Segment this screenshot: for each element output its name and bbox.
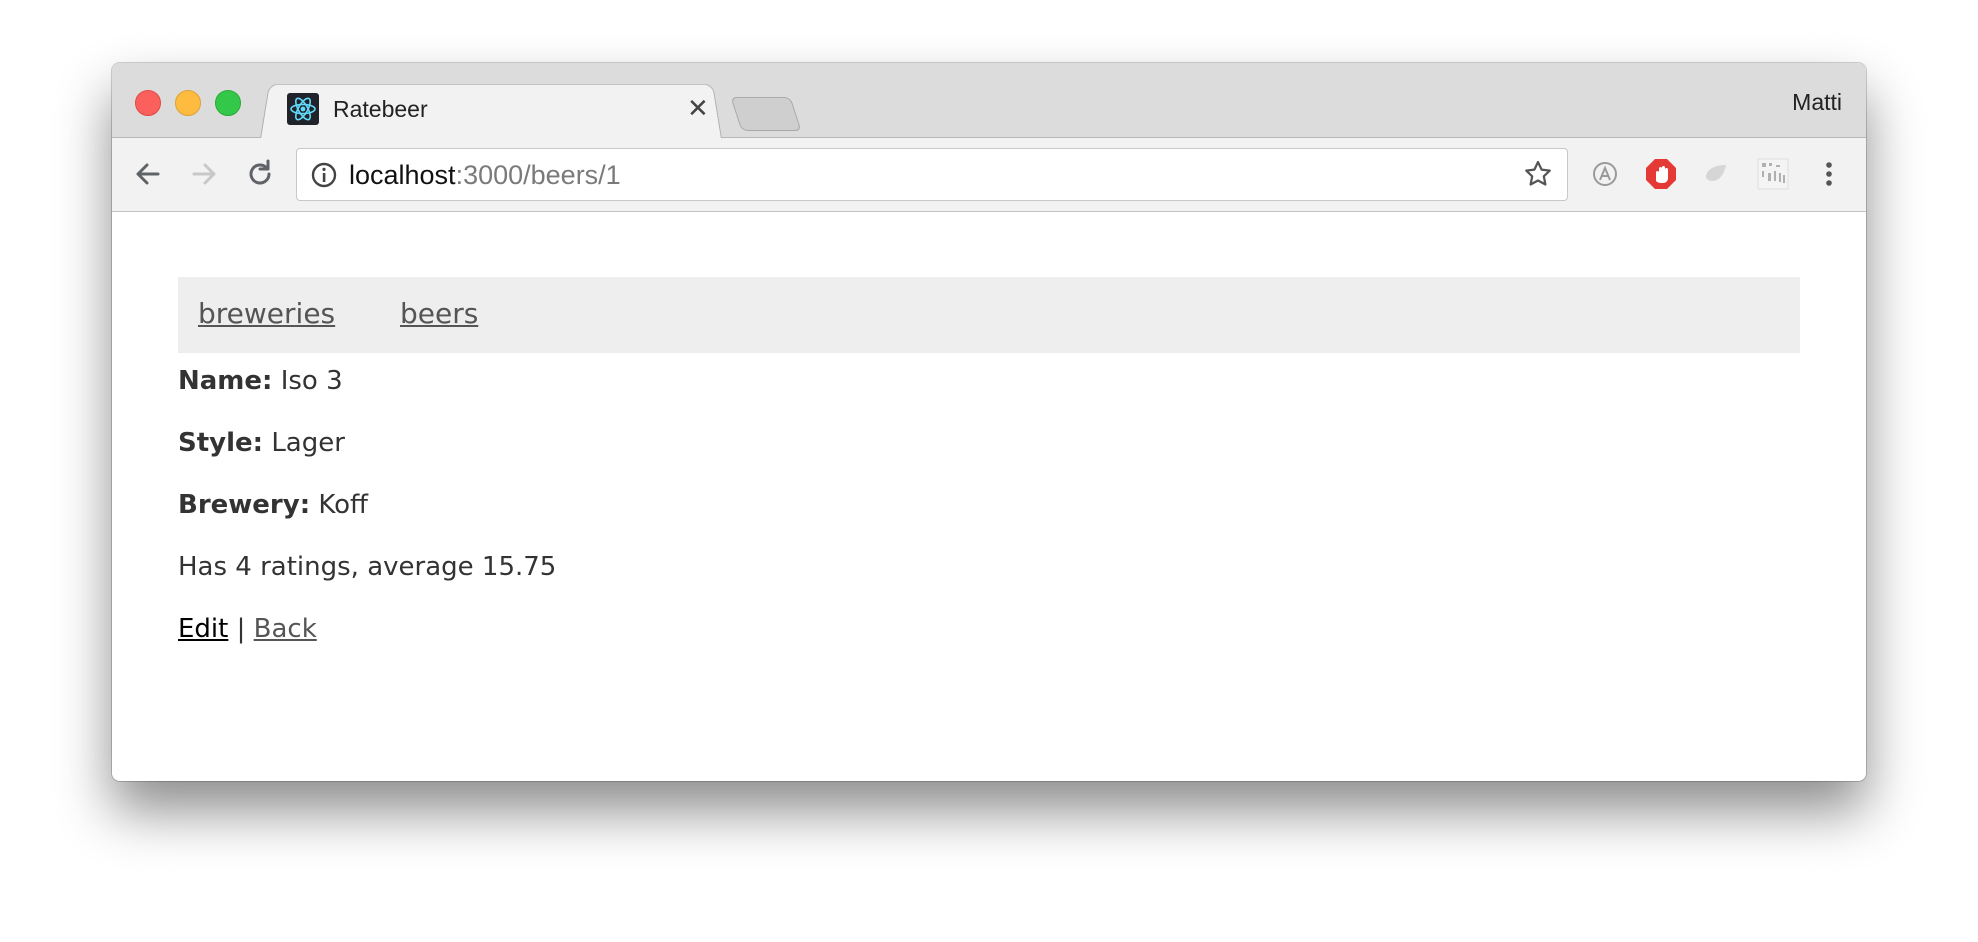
page-content: breweries beers Name: Iso 3 Style: Lager… xyxy=(112,212,1866,781)
url-path: :3000/beers/1 xyxy=(455,160,621,190)
beer-brewery-row: Brewery: Koff xyxy=(178,490,368,520)
nav-link-beers[interactable]: beers xyxy=(400,297,478,330)
site-navbar: breweries beers xyxy=(178,277,1800,353)
forward-icon[interactable] xyxy=(186,156,222,192)
browser-toolbar: localhost:3000/beers/1 xyxy=(112,138,1866,212)
reload-icon[interactable] xyxy=(242,156,278,192)
back-icon[interactable] xyxy=(130,156,166,192)
new-tab-button[interactable] xyxy=(730,97,802,131)
address-bar[interactable]: localhost:3000/beers/1 xyxy=(296,148,1568,201)
link-separator: | xyxy=(236,614,246,644)
minimize-window-button[interactable] xyxy=(175,90,201,116)
adblock-icon[interactable] xyxy=(1644,157,1678,191)
react-logo-icon xyxy=(287,93,319,125)
tab-strip: Ratebeer ✕ Matti xyxy=(112,63,1866,139)
brewery-label: Brewery: xyxy=(178,490,311,520)
menu-icon[interactable] xyxy=(1812,157,1846,191)
tab-title: Ratebeer xyxy=(333,96,428,122)
back-link[interactable]: Back xyxy=(254,614,317,644)
extension-icon[interactable] xyxy=(1700,157,1734,191)
tab-content: Ratebeer ✕ xyxy=(287,93,709,129)
info-icon[interactable] xyxy=(310,161,338,189)
close-window-button[interactable] xyxy=(135,90,161,116)
star-icon[interactable] xyxy=(1523,159,1553,189)
name-label: Name: xyxy=(178,366,273,396)
close-tab-icon[interactable]: ✕ xyxy=(687,93,709,124)
beer-style: Lager xyxy=(271,428,345,458)
translate-icon[interactable] xyxy=(1588,157,1622,191)
url-host: localhost xyxy=(349,160,456,190)
beer-name: Iso 3 xyxy=(280,366,343,396)
beer-style-row: Style: Lager xyxy=(178,428,345,458)
browser-window: Ratebeer ✕ Matti localhost:3000/beers/1 xyxy=(112,63,1866,781)
style-label: Style: xyxy=(178,428,264,458)
ratings-summary: Has 4 ratings, average 15.75 xyxy=(178,552,557,582)
url-text[interactable]: localhost:3000/beers/1 xyxy=(349,160,621,191)
beer-name-row: Name: Iso 3 xyxy=(178,366,343,396)
beer-brewery: Koff xyxy=(318,490,368,520)
profile-name[interactable]: Matti xyxy=(1792,89,1842,116)
qr-icon[interactable] xyxy=(1756,157,1790,191)
zoom-window-button[interactable] xyxy=(215,90,241,116)
action-links: Edit | Back xyxy=(178,614,317,644)
nav-link-breweries[interactable]: breweries xyxy=(198,297,335,330)
edit-link[interactable]: Edit xyxy=(178,614,228,644)
